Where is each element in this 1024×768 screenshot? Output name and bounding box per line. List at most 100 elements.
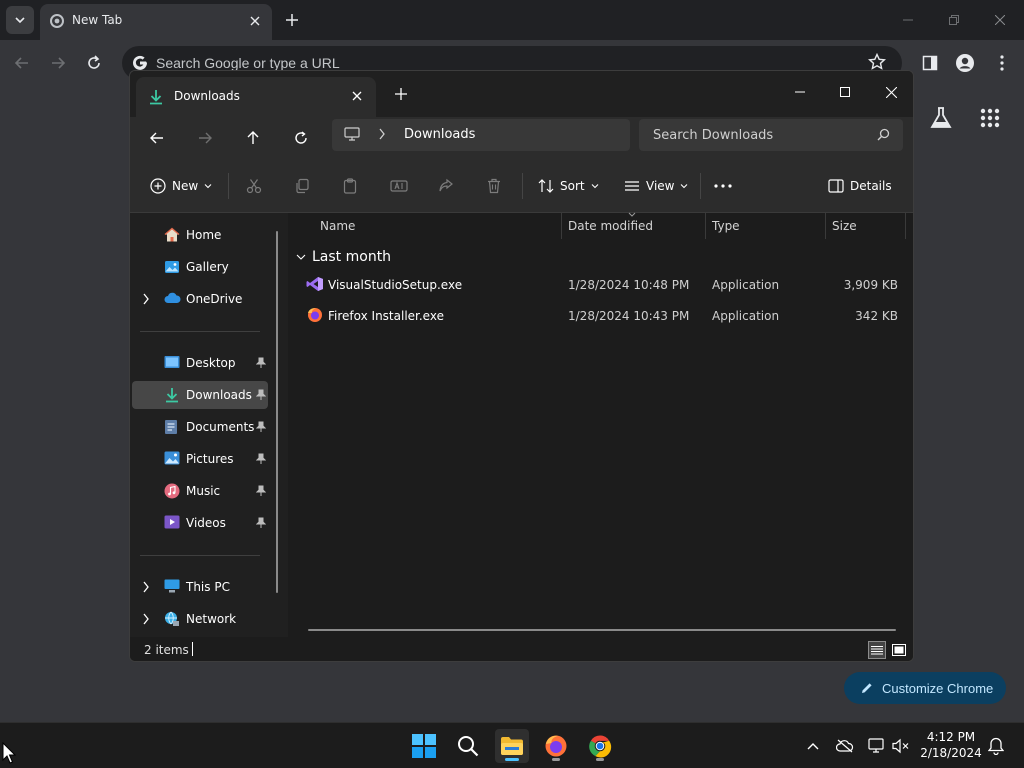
- taskbar-chrome[interactable]: [583, 729, 617, 763]
- chrome-tab-new-tab[interactable]: New Tab: [40, 4, 272, 40]
- chevron-right-icon[interactable]: [142, 293, 150, 305]
- tab-search-button[interactable]: [6, 6, 34, 34]
- network-tray-button[interactable]: [866, 735, 888, 757]
- chrome-forward-button[interactable]: [44, 49, 72, 77]
- sidebar-item-pictures[interactable]: Pictures: [132, 445, 268, 473]
- sidebar-item-music[interactable]: Music: [132, 477, 268, 505]
- customize-chrome-button[interactable]: Customize Chrome: [844, 672, 1006, 704]
- chrome-reload-button[interactable]: [80, 49, 108, 77]
- file-row[interactable]: Firefox Installer.exe 1/28/2024 10:43 PM…: [302, 302, 906, 330]
- firefox-installer-icon: [308, 308, 322, 322]
- folder-icon: [501, 737, 523, 755]
- google-apps-button[interactable]: [980, 108, 1000, 132]
- pin-icon[interactable]: [256, 357, 266, 369]
- explorer-forward-button[interactable]: [191, 124, 219, 152]
- explorer-search-box[interactable]: [639, 119, 903, 151]
- copy-button[interactable]: [294, 173, 310, 199]
- explorer-tab-downloads[interactable]: Downloads: [136, 77, 376, 117]
- taskbar-firefox[interactable]: [539, 729, 573, 763]
- start-button[interactable]: [407, 729, 441, 763]
- sidebar-item-home[interactable]: Home: [132, 221, 268, 249]
- details-view-icon: [871, 646, 883, 655]
- running-app-indicator: [596, 758, 604, 761]
- notifications-button[interactable]: [985, 735, 1007, 757]
- column-separator[interactable]: [905, 213, 906, 239]
- details-pane-button[interactable]: Details: [828, 173, 892, 199]
- details-view-toggle[interactable]: [868, 641, 886, 659]
- file-row[interactable]: VisualStudioSetup.exe 1/28/2024 10:48 PM…: [302, 271, 906, 299]
- column-separator[interactable]: [825, 213, 826, 239]
- explorer-search-input[interactable]: [653, 126, 863, 144]
- star-icon[interactable]: [868, 53, 886, 71]
- column-header-name[interactable]: Name: [320, 219, 355, 233]
- pin-icon[interactable]: [256, 453, 266, 465]
- column-header-type[interactable]: Type: [712, 219, 740, 233]
- explorer-up-button[interactable]: [239, 124, 267, 152]
- show-hidden-icons-button[interactable]: [802, 735, 824, 757]
- chrome-back-button[interactable]: [8, 49, 36, 77]
- side-panel-button[interactable]: [916, 49, 944, 77]
- sort-button[interactable]: Sort: [538, 173, 599, 199]
- rename-button[interactable]: [390, 173, 408, 199]
- cut-button[interactable]: [246, 173, 262, 199]
- taskbar-search-button[interactable]: [451, 729, 485, 763]
- chrome-menu-button[interactable]: [988, 49, 1016, 77]
- delete-button[interactable]: [486, 173, 502, 199]
- view-button[interactable]: View: [624, 173, 688, 199]
- explorer-close-button[interactable]: [876, 77, 906, 107]
- explorer-refresh-button[interactable]: [287, 124, 315, 152]
- pin-icon[interactable]: [256, 421, 266, 433]
- close-tab-button[interactable]: [246, 12, 264, 30]
- share-button[interactable]: [438, 173, 454, 199]
- sidebar-item-label: Desktop: [186, 356, 236, 370]
- horizontal-scrollbar[interactable]: [308, 629, 896, 631]
- chevron-right-icon[interactable]: [378, 128, 386, 140]
- explorer-minimize-button[interactable]: [785, 77, 815, 107]
- search-icon: [877, 128, 890, 141]
- explorer-new-tab-button[interactable]: [392, 85, 410, 103]
- sidebar-item-downloads[interactable]: Downloads: [132, 381, 268, 409]
- column-header-date-modified[interactable]: Date modified: [568, 219, 653, 233]
- column-header-size[interactable]: Size: [832, 219, 857, 233]
- taskbar-file-explorer[interactable]: [495, 729, 529, 763]
- sidebar-item-onedrive[interactable]: OneDrive: [132, 285, 268, 313]
- sidebar-item-label: Downloads: [186, 388, 252, 402]
- taskbar-clock[interactable]: 4:12 PM 2/18/2024: [920, 729, 982, 761]
- volume-tray-button[interactable]: [890, 735, 912, 757]
- explorer-address-bar[interactable]: Downloads: [332, 119, 630, 151]
- labs-button[interactable]: [930, 106, 952, 134]
- cloud-offline-icon: [836, 739, 854, 753]
- tiles-view-toggle[interactable]: [890, 641, 908, 659]
- see-more-button[interactable]: [714, 173, 732, 199]
- column-separator[interactable]: [561, 213, 562, 239]
- new-button[interactable]: New: [150, 173, 212, 199]
- arrow-right-icon: [199, 132, 212, 144]
- column-separator[interactable]: [705, 213, 706, 239]
- computer-icon: [164, 579, 180, 593]
- paste-button[interactable]: [342, 173, 358, 199]
- group-header-last-month[interactable]: Last month: [296, 249, 391, 265]
- pictures-icon: [164, 451, 180, 465]
- sidebar-item-documents[interactable]: Documents: [132, 413, 268, 441]
- sidebar-item-network[interactable]: Network: [132, 605, 268, 633]
- pin-icon[interactable]: [256, 485, 266, 497]
- chevron-right-icon[interactable]: [142, 613, 150, 625]
- explorer-maximize-button[interactable]: [830, 77, 860, 107]
- sidebar-item-gallery[interactable]: Gallery: [132, 253, 268, 281]
- chrome-minimize-button[interactable]: [898, 10, 918, 30]
- chevron-right-icon[interactable]: [142, 581, 150, 593]
- chrome-close-button[interactable]: [990, 10, 1010, 30]
- sidebar-item-videos[interactable]: Videos: [132, 509, 268, 537]
- sidebar-scrollbar[interactable]: [276, 231, 278, 593]
- profile-button[interactable]: [951, 49, 979, 77]
- sidebar-item-desktop[interactable]: Desktop: [132, 349, 268, 377]
- onedrive-tray-button[interactable]: [834, 735, 856, 757]
- breadcrumb-downloads[interactable]: Downloads: [404, 127, 475, 142]
- close-explorer-tab-button[interactable]: [348, 87, 366, 105]
- pin-icon[interactable]: [256, 389, 266, 401]
- sidebar-item-this-pc[interactable]: This PC: [132, 573, 268, 601]
- explorer-back-button[interactable]: [143, 124, 171, 152]
- new-tab-button[interactable]: [282, 10, 302, 30]
- pin-icon[interactable]: [256, 517, 266, 529]
- chrome-restore-button[interactable]: [944, 10, 964, 30]
